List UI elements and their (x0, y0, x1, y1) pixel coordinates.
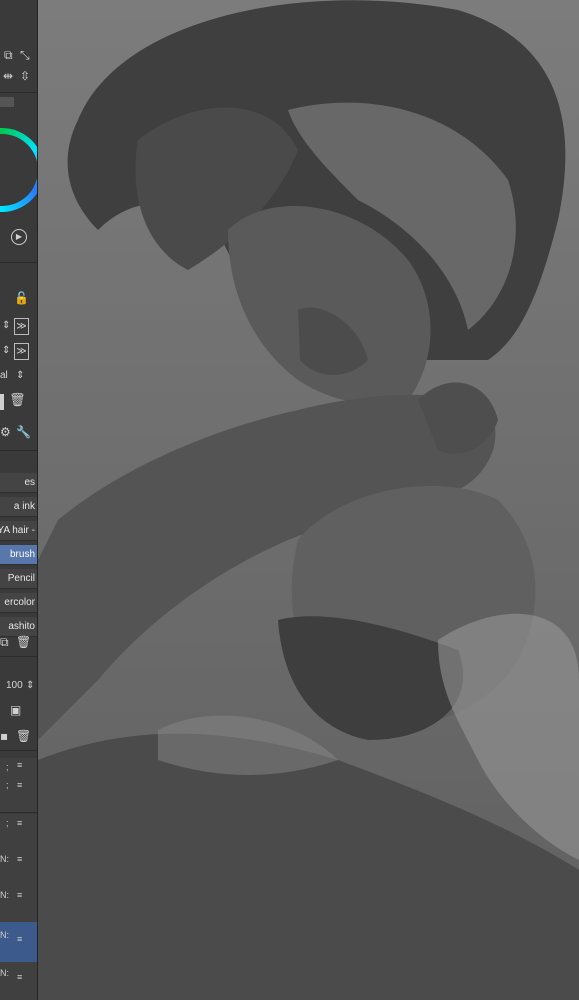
layer-item[interactable]: ; ≡ (0, 814, 37, 851)
brush-item-selected[interactable]: brush (0, 545, 37, 565)
brush-item[interactable]: es (0, 473, 37, 493)
trash-icon[interactable]: 🗑 (16, 636, 31, 648)
divider (0, 450, 37, 451)
brush-item[interactable]: ashito (0, 617, 37, 637)
divider (0, 92, 37, 93)
layer-item[interactable]: N: ≡ (0, 886, 37, 923)
layer-option-toggle[interactable] (0, 394, 4, 410)
drag-handle-icon[interactable]: ≡ (17, 760, 22, 770)
layer-item[interactable]: N: ≡ (0, 962, 37, 1000)
drag-handle-icon[interactable]: ≡ (17, 972, 22, 982)
layer-item[interactable]: N: ≡ (0, 850, 37, 887)
stepper-icon[interactable]: ⇕ (26, 676, 34, 696)
left-panel: ⧉ ⤡ ⇹ ⇳ ▶ 🔓 ⇕ ≫ ⇕ ≫ al ⇕ 🗑 ⚙ 🔧 es a ink … (0, 0, 38, 1000)
settings-icon[interactable]: ⚙ (0, 426, 11, 438)
flip-horizontal-icon[interactable]: ⇹ (3, 70, 13, 82)
chevron-double-icon[interactable]: ≫ (14, 318, 29, 335)
property-row[interactable]: ⇕ ≫ (0, 341, 37, 361)
wrench-icon[interactable]: 🔧 (16, 426, 31, 438)
new-layer-icon[interactable]: ▪ (0, 730, 8, 742)
panel-tab[interactable] (0, 97, 14, 107)
drag-handle-icon[interactable]: ≡ (17, 890, 22, 900)
layer-item[interactable]: ; ≡ (0, 776, 37, 813)
trash-icon[interactable]: 🗑 (9, 394, 26, 407)
stepper-icon[interactable]: ⇕ (16, 366, 24, 386)
copy-icon[interactable]: ⧉ (4, 49, 13, 61)
new-brush-icon[interactable]: ⧉ (0, 636, 9, 648)
brush-item[interactable]: Pencil (0, 569, 37, 589)
divider (0, 750, 37, 751)
brush-item[interactable]: YA hair - (0, 521, 37, 541)
divider (0, 262, 37, 263)
flip-vertical-icon[interactable]: ⇳ (20, 70, 30, 82)
drag-handle-icon[interactable]: ≡ (17, 780, 22, 790)
opacity-field[interactable]: 100 ⇕ (0, 676, 37, 696)
blend-mode-value: al (0, 370, 8, 381)
drag-handle-icon[interactable]: ≡ (17, 854, 22, 864)
hamburger-icon[interactable]: ≡ (17, 934, 22, 944)
chevron-double-icon[interactable]: ≫ (14, 343, 29, 360)
play-icon[interactable]: ▶ (11, 229, 27, 245)
drag-handle-icon[interactable]: ≡ (17, 818, 22, 828)
mask-icon[interactable]: ▣ (10, 704, 21, 716)
layer-item-selected[interactable]: N: ≡ (0, 922, 37, 963)
fit-icon[interactable]: ⤡ (20, 49, 30, 61)
divider (0, 656, 37, 657)
stepper-icon[interactable]: ⇕ (2, 341, 10, 361)
app-window: ⧉ ⤡ ⇹ ⇳ ▶ 🔓 ⇕ ≫ ⇕ ≫ al ⇕ 🗑 ⚙ 🔧 es a ink … (0, 0, 579, 1000)
blend-mode-select[interactable]: al ⇕ (0, 366, 37, 386)
lock-icon[interactable]: 🔓 (14, 292, 29, 304)
artwork (38, 0, 579, 1000)
trash-icon[interactable]: 🗑 (16, 730, 31, 742)
drawing-canvas[interactable] (38, 0, 579, 1000)
property-row[interactable]: ⇕ ≫ (0, 316, 37, 336)
brush-item[interactable]: a ink (0, 497, 37, 517)
brush-item[interactable]: ercolor (0, 593, 37, 613)
opacity-value: 100 (6, 680, 23, 691)
color-wheel[interactable] (0, 128, 37, 212)
stepper-icon[interactable]: ⇕ (2, 316, 10, 336)
